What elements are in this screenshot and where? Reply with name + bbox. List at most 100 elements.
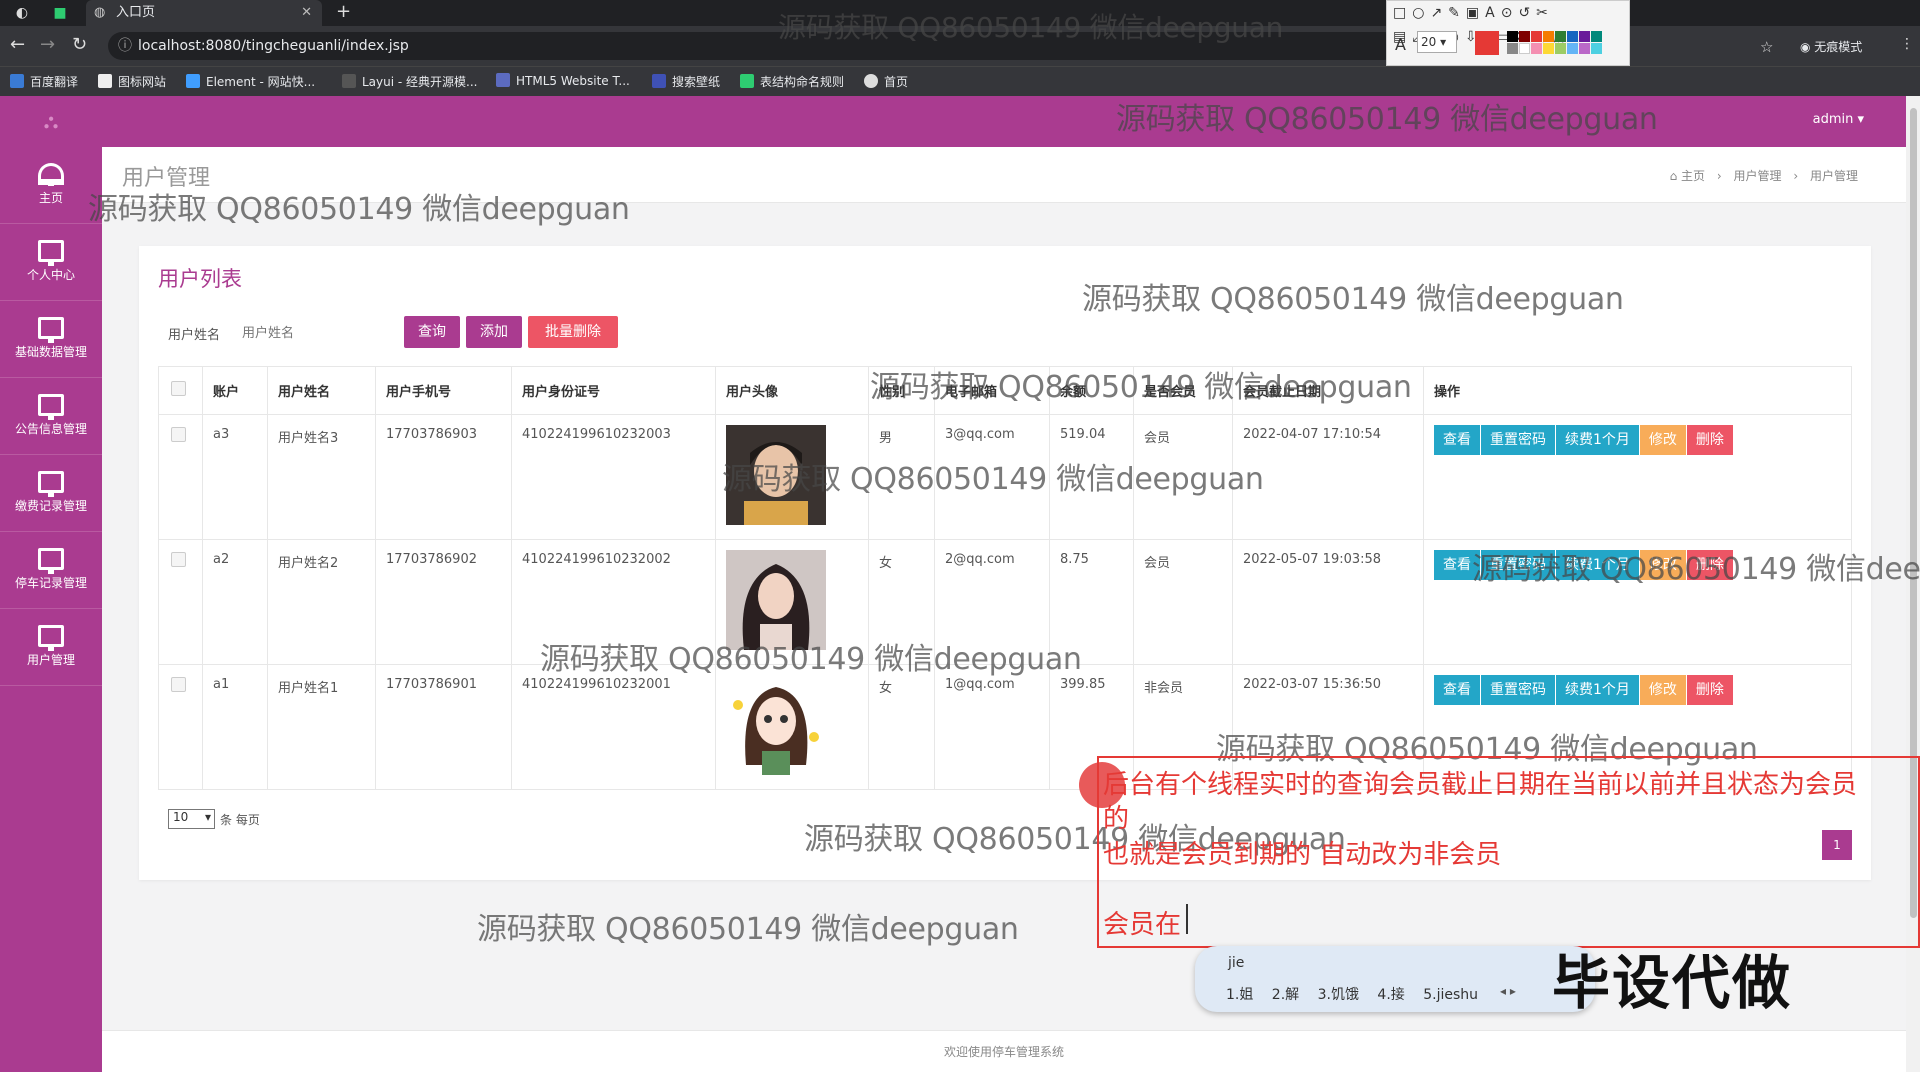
edit-button[interactable]: 修改	[1639, 675, 1686, 705]
cell-expire: 2022-05-07 19:03:58	[1232, 539, 1424, 665]
color-swatch[interactable]	[1519, 31, 1530, 42]
color-swatch[interactable]	[1507, 31, 1518, 42]
color-swatch[interactable]	[1555, 31, 1566, 42]
watermark: 源码获取 QQ86050149 微信deepguan	[722, 462, 1264, 497]
bookmark-item[interactable]: 图标网站	[98, 73, 166, 90]
sidebar-item-users[interactable]: 用户管理	[0, 609, 102, 686]
sidebar-item-profile[interactable]: 个人中心	[0, 224, 102, 301]
monitor-icon	[38, 317, 64, 343]
color-swatch[interactable]	[1531, 31, 1542, 42]
color-swatch[interactable]	[1567, 43, 1578, 54]
view-button[interactable]: 查看	[1434, 675, 1480, 705]
cell-email: 1@qq.com	[934, 664, 1050, 790]
delete-button[interactable]: 删除	[1686, 675, 1733, 705]
search-input[interactable]	[238, 318, 398, 348]
cell-phone: 17703786902	[375, 539, 512, 665]
edit-button[interactable]: 修改	[1639, 425, 1686, 455]
col-header: 用户头像	[715, 366, 869, 415]
per-page-label: 条 每页	[220, 813, 260, 827]
watermark: 源码获取 QQ86050149 微信deepguan	[1082, 282, 1624, 317]
cell-idcard: 410224199610232001	[511, 664, 716, 790]
ime-page-arrows-icon[interactable]: ◂ ▸	[1500, 984, 1516, 998]
color-swatch[interactable]	[1507, 43, 1518, 54]
annotation-text-line: 的	[1103, 804, 1130, 834]
font-size-select[interactable]: 20 ▾	[1417, 31, 1457, 53]
query-button[interactable]: 查询	[404, 316, 460, 348]
sidebar-item-payments[interactable]: 缴费记录管理	[0, 455, 102, 532]
select-all-checkbox[interactable]	[171, 381, 186, 396]
browser-tab[interactable]: ◍ 入口页 ✕	[86, 0, 322, 26]
color-swatch[interactable]	[1579, 31, 1590, 42]
watermark: 源码获取 QQ86050149 微信deepguan	[1472, 552, 1920, 587]
breadcrumb-home[interactable]: 主页	[1681, 169, 1705, 183]
bookmark-item[interactable]: Element - 网站快...	[186, 73, 315, 90]
watermark: 源码获取 QQ86050149 微信deepguan	[88, 192, 630, 227]
bookmark-item[interactable]: 表结构命名规则	[740, 73, 844, 90]
annotation-tools-row[interactable]: □○↗✎▣A⊙↺✂▤⤢⤡◉⇩▯▭✕✓完成	[1387, 1, 1631, 45]
bookmark-item[interactable]: Layui - 经典开源模...	[342, 73, 477, 90]
page-size-select[interactable]: 10 ▾	[168, 809, 215, 829]
renew-button[interactable]: 续费1个月	[1556, 425, 1639, 455]
color-swatch[interactable]	[1519, 43, 1530, 54]
forward-icon[interactable]: →	[40, 34, 55, 55]
color-swatch[interactable]	[1543, 43, 1554, 54]
delete-button[interactable]: 删除	[1686, 425, 1733, 455]
sidebar: 主页 个人中心 基础数据管理 公告信息管理 缴费记录管理 停车记录管理 用户管理	[0, 147, 102, 1072]
row-checkbox[interactable]	[171, 677, 186, 692]
reset-password-button[interactable]: 重置密码	[1481, 675, 1555, 705]
color-swatch[interactable]	[1543, 31, 1554, 42]
bookmark-bar: 百度翻译 图标网站 Element - 网站快... Layui - 经典开源模…	[0, 66, 1920, 96]
card-title: 用户列表	[158, 267, 242, 291]
browser-menu-icon[interactable]: ◐	[8, 0, 36, 26]
cell-phone: 17703786901	[375, 664, 512, 790]
url-text: localhost:8080/tingcheguanli/index.jsp	[138, 38, 409, 54]
home-icon: ⌂	[1669, 169, 1678, 183]
color-swatch[interactable]	[1591, 31, 1602, 42]
color-swatch[interactable]	[1591, 43, 1602, 54]
color-swatch[interactable]	[1579, 43, 1590, 54]
back-icon[interactable]: ←	[10, 34, 25, 55]
close-tab-icon[interactable]: ✕	[301, 0, 312, 26]
star-icon[interactable]: ☆	[1760, 38, 1773, 56]
bookmark-item[interactable]: 首页	[864, 73, 908, 90]
pinned-tab-icon[interactable]: ■	[46, 0, 74, 26]
cell-account: a2	[202, 539, 268, 665]
watermark: 源码获取 QQ86050149 微信deepguan	[1116, 102, 1658, 137]
sidebar-item-base-data[interactable]: 基础数据管理	[0, 301, 102, 378]
row-checkbox[interactable]	[171, 552, 186, 567]
cell-member: 会员	[1133, 539, 1233, 665]
color-swatch[interactable]	[1531, 43, 1542, 54]
breadcrumb-level1[interactable]: 用户管理	[1734, 169, 1782, 183]
view-button[interactable]: 查看	[1434, 425, 1480, 455]
search-label: 用户姓名	[168, 328, 221, 343]
watermark: 源码获取 QQ86050149 微信deepguan	[778, 11, 1284, 44]
admin-menu[interactable]: admin ▾	[1813, 112, 1864, 127]
col-header: 操作	[1423, 366, 1852, 415]
reset-password-button[interactable]: 重置密码	[1481, 425, 1555, 455]
bookmark-item[interactable]: 搜索壁纸	[652, 73, 720, 90]
bookmark-item[interactable]: HTML5 Website T...	[496, 73, 630, 88]
sidebar-item-announcements[interactable]: 公告信息管理	[0, 378, 102, 455]
annotation-text-line: 会员在	[1103, 910, 1182, 940]
renew-button[interactable]: 续费1个月	[1556, 675, 1639, 705]
breadcrumb: ⌂ 主页 › 用户管理 › 用户管理	[1670, 167, 1858, 184]
cell-name: 用户姓名3	[267, 414, 376, 540]
row-checkbox[interactable]	[171, 427, 186, 442]
cell-idcard: 410224199610232003	[511, 414, 716, 540]
color-swatch[interactable]	[1555, 43, 1566, 54]
incognito-indicator[interactable]: ◉ 无痕模式	[1800, 38, 1862, 55]
bookmark-item[interactable]: 百度翻译	[10, 73, 78, 90]
ime-candidates[interactable]: 1.姐 2.解 3.饥饿 4.接 5.jieshu	[1226, 984, 1478, 1004]
sidebar-item-home[interactable]: 主页	[0, 147, 102, 224]
annotation-text-line: 也就是会员到期的 自动改为非会员	[1103, 840, 1502, 870]
batch-delete-button[interactable]: 批量删除	[528, 316, 618, 348]
footer: 欢迎使用停车管理系统	[102, 1030, 1906, 1072]
add-button[interactable]: 添加	[466, 316, 522, 348]
color-swatch[interactable]	[1567, 31, 1578, 42]
more-icon[interactable]: ⋮	[1900, 36, 1914, 52]
dashboard-icon	[38, 163, 64, 186]
reload-icon[interactable]: ↻	[72, 34, 87, 55]
new-tab-button[interactable]: +	[336, 0, 351, 24]
selected-color-swatch[interactable]	[1475, 31, 1499, 55]
sidebar-item-parking[interactable]: 停车记录管理	[0, 532, 102, 609]
